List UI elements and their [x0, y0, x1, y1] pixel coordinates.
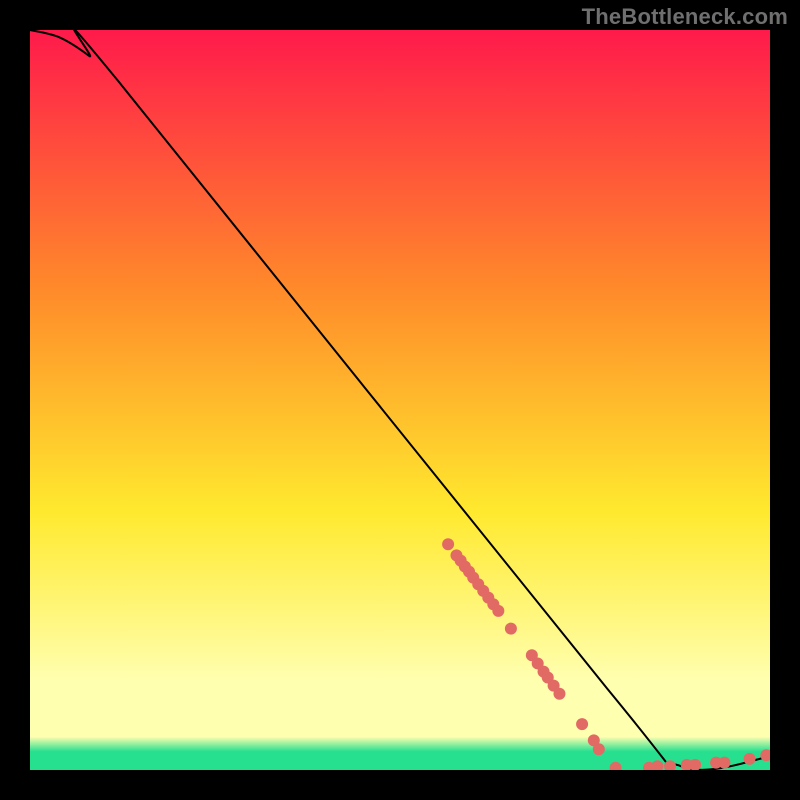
plot-area: [30, 30, 770, 770]
data-point: [492, 605, 504, 617]
data-point: [593, 743, 605, 755]
chart-frame: TheBottleneck.com: [0, 0, 800, 800]
data-point: [553, 688, 565, 700]
attribution-label: TheBottleneck.com: [582, 4, 788, 30]
data-point: [744, 753, 756, 765]
data-point: [505, 623, 517, 635]
data-point: [442, 538, 454, 550]
data-point: [718, 757, 730, 769]
data-point: [576, 718, 588, 730]
bottleneck-chart: [30, 30, 770, 770]
